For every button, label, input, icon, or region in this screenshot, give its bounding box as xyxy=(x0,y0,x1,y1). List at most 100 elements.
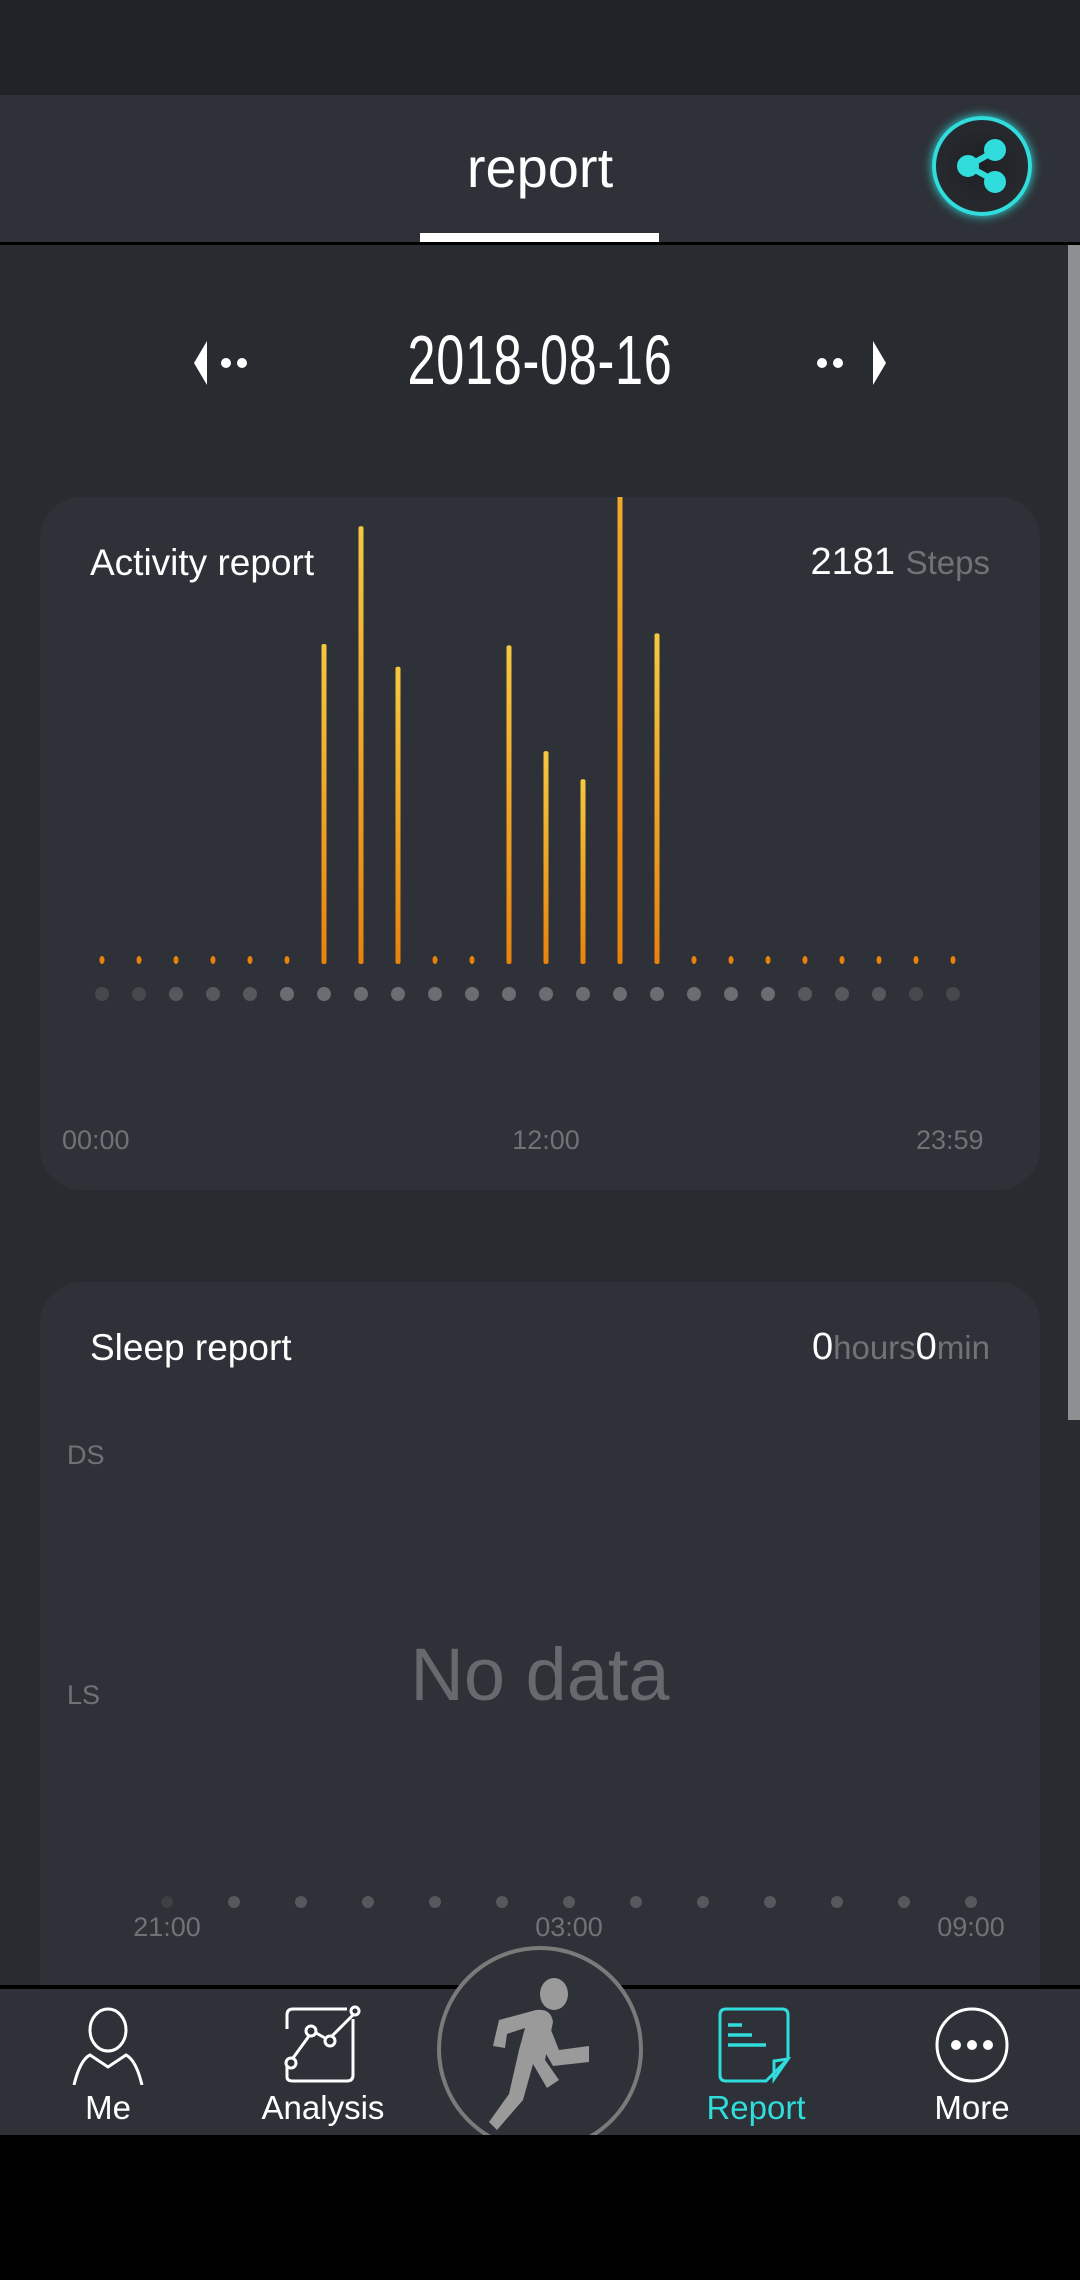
hour-dot xyxy=(502,987,516,1001)
nav-more[interactable]: More xyxy=(872,1989,1072,2139)
hour-dot xyxy=(354,987,368,1001)
sleep-hour-dot xyxy=(295,1896,307,1908)
chart-icon xyxy=(284,2005,361,2083)
hour-dot xyxy=(835,987,849,1001)
step-bar xyxy=(358,526,364,964)
sleep-hour-dot xyxy=(965,1896,977,1908)
person-icon xyxy=(72,2007,144,2085)
page-title: report xyxy=(466,136,614,199)
step-bar-empty xyxy=(728,956,734,964)
step-bar-empty xyxy=(950,956,956,964)
hour-dot xyxy=(576,987,590,1001)
step-bar-empty xyxy=(432,956,438,964)
step-bar xyxy=(654,633,660,964)
step-bar-empty xyxy=(802,956,808,964)
hour-dot xyxy=(95,987,109,1001)
sleep-hours: 0 xyxy=(811,1326,834,1368)
next-date-button[interactable] xyxy=(810,338,890,388)
sleep-hour-dot xyxy=(228,1896,240,1908)
sleep-hour-dot xyxy=(429,1896,441,1908)
sleep-hour-dot xyxy=(630,1896,642,1908)
hour-dot xyxy=(798,987,812,1001)
header: report xyxy=(0,95,1080,245)
x-label-start: 00:00 xyxy=(62,1125,130,1155)
x-label-end: 23:59 xyxy=(916,1125,984,1155)
nav-label: Me xyxy=(85,2089,131,2126)
step-bar xyxy=(321,644,327,964)
sleep-x-end: 09:00 xyxy=(937,1912,1005,1942)
sleep-hour-dot xyxy=(563,1896,575,1908)
sleep-minutes: 0 xyxy=(915,1326,937,1368)
step-bar-empty xyxy=(765,956,771,964)
activity-report-card[interactable]: Activity report 2181 Steps 00:00 12:00 2… xyxy=(40,497,1040,1190)
step-bar-empty xyxy=(247,956,253,964)
nav-me[interactable]: Me xyxy=(8,1989,208,2139)
hour-dot xyxy=(428,987,442,1001)
sleep-hour-dot xyxy=(697,1896,709,1908)
step-bar-empty xyxy=(136,956,142,964)
sleep-x-start: 21:00 xyxy=(133,1912,201,1942)
step-bar xyxy=(580,779,586,964)
start-run-button[interactable] xyxy=(437,1946,643,2152)
document-icon xyxy=(718,2007,792,2084)
hour-dot xyxy=(687,987,701,1001)
nav-label: Report xyxy=(706,2089,806,2126)
step-bar-empty xyxy=(839,956,845,964)
sleep-report-card[interactable]: Sleep report 0hours0min DS LS No data 21… xyxy=(40,1282,1040,2042)
x-label-mid: 12:00 xyxy=(512,1125,580,1155)
sleep-hour-dot xyxy=(362,1896,374,1908)
nav-label: Analysis xyxy=(261,2089,385,2126)
step-bar xyxy=(617,497,623,964)
hour-dot xyxy=(613,987,627,1001)
step-bar-empty xyxy=(99,956,105,964)
nav-report[interactable]: Report xyxy=(656,1989,856,2139)
step-bar-empty xyxy=(691,956,697,964)
step-bar-empty xyxy=(469,956,475,964)
step-bar xyxy=(543,751,549,964)
hour-dot xyxy=(539,987,553,1001)
step-bar-empty xyxy=(876,956,882,964)
hour-dot xyxy=(946,987,960,1001)
hour-dot xyxy=(465,987,479,1001)
hour-dot xyxy=(872,987,886,1001)
hour-dot xyxy=(909,987,923,1001)
hour-dot xyxy=(761,987,775,1001)
system-nav-area xyxy=(0,2135,1080,2280)
more-icon xyxy=(935,2007,1009,2083)
sleep-hour-dot xyxy=(496,1896,508,1908)
sleep-hour-dot xyxy=(764,1896,776,1908)
step-bar-empty xyxy=(284,956,290,964)
hour-dot xyxy=(650,987,664,1001)
share-icon xyxy=(957,139,1006,193)
sleep-duration: 0hours0min xyxy=(812,1326,990,1369)
sleep-hour-dot xyxy=(898,1896,910,1908)
step-bar xyxy=(395,666,401,964)
hour-dot xyxy=(169,987,183,1001)
status-bar xyxy=(0,0,1080,95)
share-button[interactable] xyxy=(932,116,1032,216)
title-underline xyxy=(420,233,659,242)
sleep-hour-dot xyxy=(831,1896,843,1908)
nav-analysis[interactable]: Analysis xyxy=(223,1989,423,2139)
step-bar xyxy=(506,645,512,964)
running-man-icon xyxy=(489,1978,589,2130)
nav-label: More xyxy=(934,2089,1010,2126)
hour-dot xyxy=(724,987,738,1001)
step-bar-empty xyxy=(210,956,216,964)
no-data-text: No data xyxy=(410,1633,670,1716)
hour-dot xyxy=(280,987,294,1001)
minutes-unit: min xyxy=(936,1329,990,1366)
hour-dot xyxy=(391,987,405,1001)
step-bar-empty xyxy=(173,956,179,964)
hour-dot xyxy=(317,987,331,1001)
activity-chart xyxy=(95,497,960,1001)
scrollbar[interactable] xyxy=(1068,245,1080,1420)
sleep-title: Sleep report xyxy=(90,1327,292,1368)
sleep-hour-dot xyxy=(161,1896,173,1908)
hour-dot xyxy=(243,987,257,1001)
hour-dot xyxy=(132,987,146,1001)
step-bar-empty xyxy=(913,956,919,964)
y-label-ds: DS xyxy=(67,1440,105,1470)
hours-unit: hours xyxy=(833,1329,916,1366)
hour-dot xyxy=(206,987,220,1001)
